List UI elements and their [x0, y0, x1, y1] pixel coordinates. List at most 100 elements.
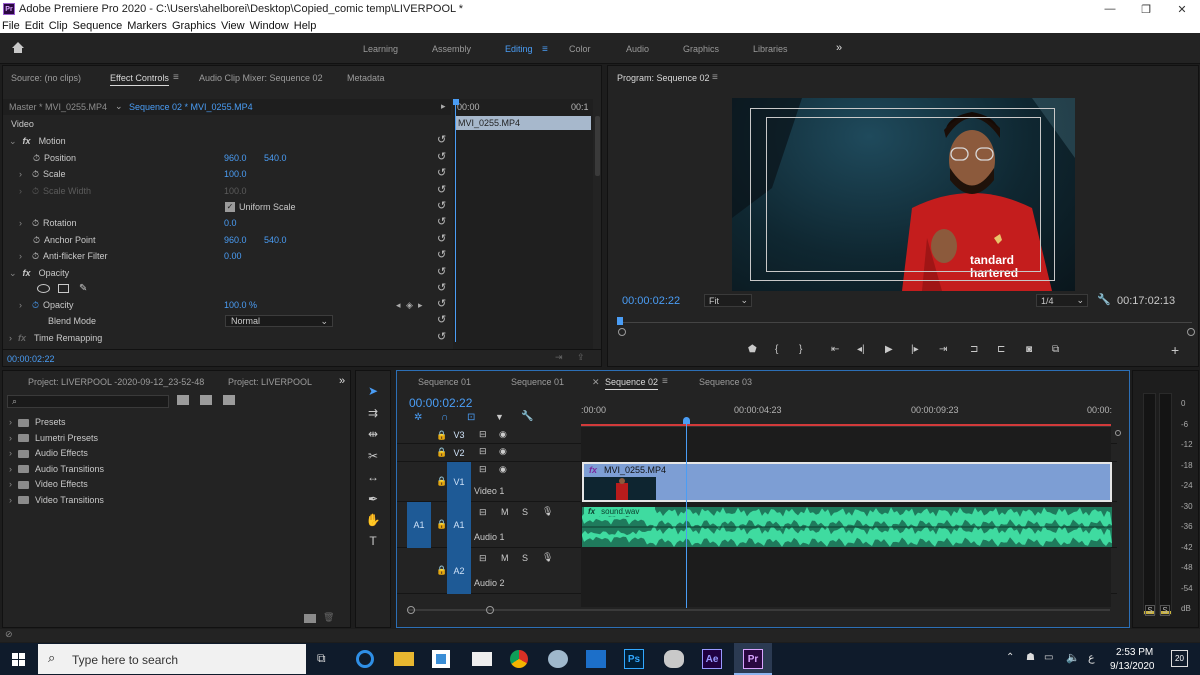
track-target-v2[interactable]: V2	[447, 444, 471, 462]
work-area-bar[interactable]	[581, 424, 1111, 426]
menu-markers[interactable]: Markers	[127, 20, 167, 32]
audio-clip[interactable]: fx sound.wav	[582, 507, 1112, 547]
taskbar-search-input[interactable]: ⌕ Type here to search	[38, 644, 306, 674]
tab-project-liverpool[interactable]: Project: LIVERPOOL	[228, 377, 312, 387]
program-playhead-timecode[interactable]: 00:00:02:22	[622, 295, 680, 307]
notification-center-button[interactable]: 20	[1171, 650, 1188, 667]
panel-menu-icon[interactable]: ≡	[712, 72, 718, 83]
sync-lock-icon[interactable]: ⊟	[479, 507, 487, 518]
reset-parameter-icon[interactable]: ↺	[437, 330, 446, 343]
expand-icon[interactable]: ›	[19, 169, 22, 179]
scale-value[interactable]: 100.0	[224, 169, 247, 179]
ellipse-mask-icon[interactable]	[37, 283, 50, 293]
slip-tool-icon[interactable]: ↔	[363, 470, 383, 488]
lock-icon[interactable]: 🔒	[436, 565, 447, 576]
expand-icon[interactable]: ›	[9, 464, 12, 474]
mute-button[interactable]: M	[501, 553, 509, 563]
marker-icon[interactable]: ⬟	[748, 344, 757, 355]
track-target-a1[interactable]: A1	[447, 502, 471, 548]
nest-icon[interactable]: ✲	[414, 412, 422, 423]
blend-mode-select[interactable]: Normal ⌄	[225, 315, 333, 327]
reset-parameter-icon[interactable]: ↺	[437, 313, 446, 326]
new-folder-icon[interactable]	[304, 614, 316, 623]
anchor-y-value[interactable]: 540.0	[264, 235, 287, 245]
windows-start-icon[interactable]	[12, 653, 25, 666]
program-scrubber[interactable]	[620, 322, 1192, 323]
type-tool-icon[interactable]: T	[363, 534, 383, 552]
menu-graphics[interactable]: Graphics	[172, 20, 216, 32]
menu-view[interactable]: View	[221, 20, 245, 32]
minimize-button[interactable]: —	[1092, 0, 1128, 18]
master-clip-label[interactable]: Master * MVI_0255.MP4	[9, 102, 107, 112]
expand-icon[interactable]: ›	[9, 433, 12, 443]
lock-icon[interactable]: 🔒	[436, 430, 447, 441]
project-bin-item[interactable]: › Audio Transitions	[9, 464, 104, 474]
timeline-timecode[interactable]: 00:00:02:22	[409, 396, 472, 410]
menu-edit[interactable]: Edit	[25, 20, 44, 32]
project-bin-item[interactable]: › Lumetri Presets	[9, 433, 98, 443]
reset-parameter-icon[interactable]: ↺	[437, 281, 446, 294]
video-clip[interactable]: fx MVI_0255.MP4	[582, 462, 1112, 502]
language-indicator[interactable]: ع	[1088, 651, 1095, 664]
ripple-edit-tool-icon[interactable]: ⇹	[363, 427, 383, 445]
battery-icon[interactable]: ▭	[1044, 652, 1053, 663]
compare-icon[interactable]: ⧉	[1052, 344, 1059, 355]
menu-window[interactable]: Window	[250, 20, 289, 32]
step-back-icon[interactable]: ◂|	[857, 344, 865, 355]
position-y-value[interactable]: 540.0	[264, 153, 287, 163]
track-target-v1[interactable]: V1	[447, 462, 471, 502]
edge-icon[interactable]	[356, 650, 374, 668]
solo-right-button[interactable]: S	[1160, 605, 1170, 616]
after-effects-icon[interactable]: Ae	[702, 649, 722, 669]
export-frame-icon[interactable]: ◙	[1026, 344, 1032, 355]
store-icon[interactable]	[432, 650, 450, 668]
opacity-value[interactable]: 100.0 %	[224, 300, 257, 310]
reset-parameter-icon[interactable]: ↺	[437, 183, 446, 196]
photoshop-icon[interactable]: Ps	[624, 649, 644, 669]
position-x-value[interactable]: 960.0	[224, 153, 247, 163]
expand-icon[interactable]: ›	[9, 495, 12, 505]
expand-icon[interactable]: ›	[9, 333, 12, 343]
play-only-audio-icon[interactable]: ▸	[441, 101, 446, 112]
stopwatch-active-icon[interactable]: ⏱	[32, 300, 39, 311]
maximize-button[interactable]: ❐	[1128, 0, 1164, 18]
find-icon[interactable]	[223, 395, 235, 405]
sync-lock-icon[interactable]: ⊟	[479, 553, 487, 564]
stopwatch-icon[interactable]: ⏱	[32, 251, 39, 262]
time-ruler[interactable]: :00:00 00:00:04:23 00:00:09:23 00:00:	[581, 401, 1112, 427]
clock-time[interactable]: 2:53 PM	[1116, 647, 1153, 658]
reset-parameter-icon[interactable]: ↺	[437, 265, 446, 278]
app-icon[interactable]	[548, 650, 568, 668]
track-target-v3[interactable]: V3	[447, 427, 471, 444]
play-icon[interactable]: ▶	[885, 344, 893, 355]
pen-tool-icon[interactable]: ✒	[363, 492, 383, 510]
reset-parameter-icon[interactable]: ↺	[437, 166, 446, 179]
snap-icon[interactable]: ∩	[441, 412, 448, 423]
menu-clip[interactable]: Clip	[49, 20, 68, 32]
rectangle-mask-icon[interactable]	[58, 283, 69, 293]
mute-button[interactable]: M	[501, 507, 509, 517]
source-patch-a1[interactable]: A1	[407, 502, 431, 548]
settings-wrench-icon[interactable]: 🔧	[521, 411, 533, 422]
extract-icon[interactable]: ⊏	[997, 344, 1005, 355]
linked-selection-icon[interactable]: ⊡	[467, 412, 475, 423]
reset-parameter-icon[interactable]: ↺	[437, 248, 446, 261]
stopwatch-icon[interactable]: ⏱	[33, 235, 40, 246]
scrubber-left-handle[interactable]	[618, 328, 626, 336]
ec-scrollbar[interactable]	[595, 116, 600, 176]
track-name-a2[interactable]: Audio 2	[474, 578, 505, 588]
chrome-icon[interactable]	[510, 650, 528, 668]
task-view-icon[interactable]: ⧉	[317, 651, 326, 666]
fx-icon[interactable]: fx	[23, 136, 31, 146]
stopwatch-icon[interactable]: ⏱	[33, 153, 40, 164]
uniform-scale-checkbox[interactable]: ✓	[225, 202, 235, 212]
lock-icon[interactable]: 🔒	[436, 519, 447, 530]
expand-icon[interactable]: ›	[9, 479, 12, 489]
eye-icon[interactable]: ◉	[499, 429, 507, 440]
h-scroll-left-handle[interactable]	[407, 606, 415, 614]
project-bin-item[interactable]: › Audio Effects	[9, 448, 88, 458]
step-forward-icon[interactable]: |▸	[911, 344, 919, 355]
expand-icon[interactable]: ›	[9, 448, 12, 458]
workspace-libraries[interactable]: Libraries	[753, 44, 788, 54]
pen-mask-icon[interactable]: ✎	[79, 283, 87, 294]
